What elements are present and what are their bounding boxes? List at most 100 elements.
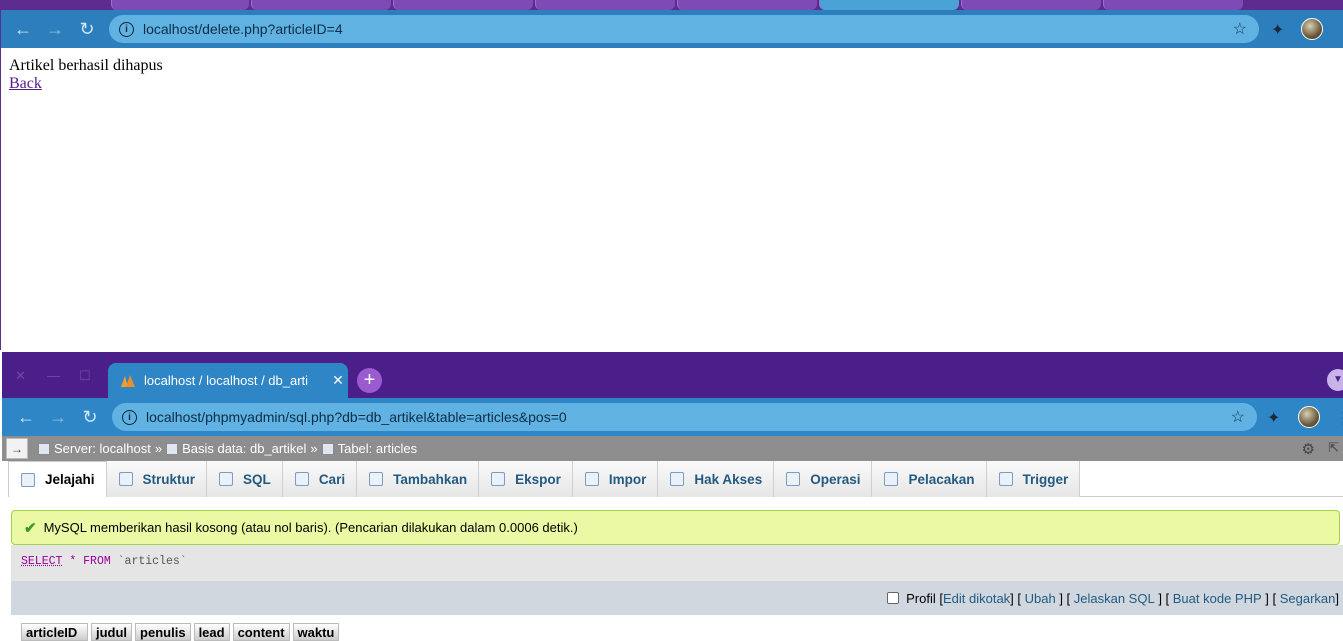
breadcrumb-separator: » bbox=[310, 441, 318, 456]
wrench-icon bbox=[786, 472, 801, 486]
sql-star: * bbox=[69, 555, 77, 568]
tab-label: Operasi bbox=[810, 471, 861, 487]
ubah-link[interactable]: Ubah bbox=[1025, 591, 1056, 606]
column-header-articleid[interactable]: articleID bbox=[21, 623, 88, 641]
pma-breadcrumb-bar: → Server: localhost » Basis data: db_art… bbox=[2, 436, 1343, 461]
delete-message: Artikel berhasil dihapus bbox=[9, 57, 163, 74]
forward-arrow-icon[interactable]: → bbox=[41, 10, 69, 48]
forward-arrow-icon[interactable]: → bbox=[44, 398, 72, 436]
maximize-window-icon[interactable]: ☐ bbox=[79, 368, 91, 384]
sql-keyword-select[interactable]: SELECT bbox=[21, 555, 62, 568]
explain-sql-link[interactable]: Jelaskan SQL bbox=[1074, 591, 1155, 606]
export-icon bbox=[491, 472, 506, 486]
back-arrow-icon[interactable]: ← bbox=[9, 10, 37, 48]
tab-label: Tambahkan bbox=[393, 471, 468, 487]
tab-sql[interactable]: SQL bbox=[207, 461, 283, 497]
browse-icon bbox=[21, 472, 35, 487]
extensions-puzzle-icon[interactable]: ✦ bbox=[1271, 20, 1284, 40]
tab-label: Hak Akses bbox=[694, 471, 763, 487]
breadcrumb-separator: » bbox=[154, 441, 163, 456]
tab-label: Cari bbox=[318, 471, 346, 487]
close-tab-icon[interactable]: ✕ bbox=[328, 372, 348, 389]
browser-tab[interactable] bbox=[393, 0, 533, 10]
breadcrumb-server[interactable]: Server: localhost bbox=[54, 441, 151, 456]
refresh-link[interactable]: Segarkan bbox=[1280, 591, 1336, 606]
tab-struktur[interactable]: Struktur bbox=[106, 461, 208, 497]
create-php-link[interactable]: Buat kode PHP bbox=[1173, 591, 1262, 606]
tab-cari[interactable]: Cari bbox=[282, 461, 358, 497]
bracket: ] [ bbox=[1154, 590, 1173, 606]
browser-tab[interactable] bbox=[111, 0, 249, 10]
tab-hak-akses[interactable]: Hak Akses bbox=[658, 461, 775, 497]
bracket: ] bbox=[1335, 590, 1339, 606]
gear-icon[interactable]: ⚙ bbox=[1302, 440, 1315, 458]
browser-tab[interactable] bbox=[1103, 0, 1243, 10]
extensions-puzzle-icon[interactable]: ✦ bbox=[1267, 408, 1280, 428]
browser-toolbar: ← → ↻ i localhost/delete.php?articleID=4… bbox=[1, 10, 1343, 48]
breadcrumb-table[interactable]: Tabel: articles bbox=[338, 441, 417, 456]
bracket: ] [ bbox=[1055, 590, 1074, 606]
bracket: ] [ bbox=[1261, 590, 1280, 606]
breadcrumb: Server: localhost » Basis data: db_artik… bbox=[38, 441, 417, 456]
back-link[interactable]: Back bbox=[9, 75, 42, 92]
navigation-toggle-icon[interactable]: → bbox=[6, 438, 28, 459]
browser-tab-active[interactable] bbox=[819, 0, 959, 10]
address-bar[interactable]: i localhost/phpmyadmin/sql.php?db=db_art… bbox=[112, 403, 1257, 431]
browser-tab[interactable] bbox=[535, 0, 675, 10]
url-text: localhost/phpmyadmin/sql.php?db=db_artik… bbox=[146, 409, 567, 425]
bookmark-star-icon[interactable]: ☆ bbox=[1231, 407, 1245, 427]
browser-tab-active[interactable]: localhost / localhost / db_arti ✕ bbox=[108, 363, 348, 398]
reload-icon[interactable]: ↻ bbox=[76, 398, 104, 436]
tab-operasi[interactable]: Operasi bbox=[774, 461, 873, 497]
breadcrumb-database[interactable]: Basis data: db_artikel bbox=[182, 441, 306, 456]
collapse-icon[interactable]: ⇱ bbox=[1328, 440, 1339, 456]
site-info-icon[interactable]: i bbox=[122, 409, 137, 425]
edit-inline-link[interactable]: Edit dikotak bbox=[943, 591, 1010, 606]
tab-label: Ekspor bbox=[515, 471, 561, 487]
tab-search-icon[interactable]: ▼ bbox=[1327, 369, 1343, 391]
column-header-waktu[interactable]: waktu bbox=[292, 623, 340, 641]
back-arrow-icon[interactable]: ← bbox=[12, 398, 40, 436]
sql-icon bbox=[219, 472, 234, 486]
table-icon bbox=[321, 442, 334, 455]
page-content: Artikel berhasil dihapus Back bbox=[9, 57, 163, 93]
browser-tab[interactable] bbox=[251, 0, 391, 10]
tab-label: Pelacakan bbox=[908, 471, 975, 487]
tab-pelacakan[interactable]: Pelacakan bbox=[872, 461, 987, 497]
browser-tab[interactable] bbox=[677, 0, 817, 10]
url-text: localhost/delete.php?articleID=4 bbox=[143, 21, 343, 37]
tab-jelajahi[interactable]: Jelajahi bbox=[8, 461, 107, 497]
phpmyadmin-logo-icon bbox=[121, 374, 135, 387]
new-tab-button[interactable]: + bbox=[357, 368, 382, 393]
column-header-penulis[interactable]: penulis bbox=[135, 623, 191, 641]
privileges-icon bbox=[670, 472, 685, 486]
server-icon bbox=[38, 442, 50, 455]
pma-tabs: Jelajahi Struktur SQL Cari Tambahkan Eks… bbox=[8, 461, 1343, 497]
profil-checkbox[interactable] bbox=[887, 592, 900, 604]
column-header-judul[interactable]: judul bbox=[91, 623, 133, 641]
tab-ekspor[interactable]: Ekspor bbox=[479, 461, 573, 497]
profile-avatar[interactable] bbox=[1298, 406, 1320, 428]
checkmark-icon: ✔ bbox=[24, 519, 37, 537]
address-bar[interactable]: i localhost/delete.php?articleID=4 ☆ bbox=[109, 15, 1259, 43]
reload-icon[interactable]: ↻ bbox=[73, 10, 101, 48]
minimize-window-icon[interactable]: — bbox=[47, 368, 60, 383]
tab-tambahkan[interactable]: Tambahkan bbox=[357, 461, 480, 497]
column-header-content[interactable]: content bbox=[232, 623, 290, 641]
profile-avatar[interactable] bbox=[1301, 18, 1323, 40]
bookmark-star-icon[interactable]: ☆ bbox=[1233, 19, 1247, 39]
close-window-icon[interactable]: ✕ bbox=[15, 368, 26, 384]
bracket: [ bbox=[935, 590, 943, 606]
menu-icon[interactable]: ⋮ bbox=[1336, 408, 1343, 428]
sql-table-name: `articles` bbox=[117, 555, 187, 568]
tab-trigger[interactable]: Trigger bbox=[986, 461, 1081, 497]
eye-icon bbox=[884, 472, 899, 486]
column-header-lead[interactable]: lead bbox=[193, 623, 230, 641]
browser-tab[interactable] bbox=[961, 0, 1101, 10]
browser-toolbar: ← → ↻ i localhost/phpmyadmin/sql.php?db=… bbox=[2, 398, 1343, 436]
sql-options-bar: Profil [Edit dikotak] [ Ubah ] [ Jelaska… bbox=[11, 581, 1343, 615]
tab-impor[interactable]: Impor bbox=[572, 461, 659, 497]
site-info-icon[interactable]: i bbox=[119, 21, 134, 37]
structure-icon bbox=[118, 472, 133, 486]
sql-keyword-from: FROM bbox=[83, 555, 111, 568]
